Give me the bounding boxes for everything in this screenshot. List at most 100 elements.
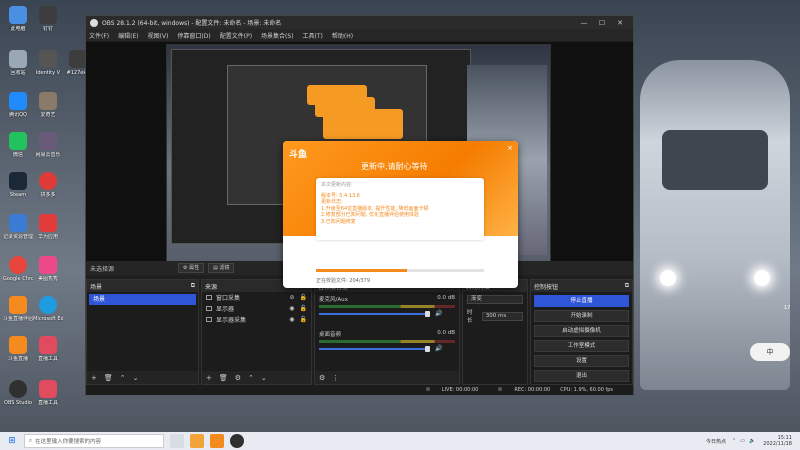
add-icon[interactable]: +	[91, 374, 97, 382]
close-icon[interactable]: ×	[507, 144, 513, 152]
desktop-icon[interactable]: 回收站	[3, 50, 33, 76]
source-item[interactable]: 窗口采集 ⊘ 🔓	[202, 292, 311, 303]
file-explorer-icon[interactable]	[190, 434, 204, 448]
wechat-icon	[9, 132, 27, 150]
move-up-icon[interactable]: ⌃	[248, 374, 254, 382]
chevron-up-icon[interactable]: ⌃	[732, 438, 736, 444]
menu-file[interactable]: 文件(F)	[89, 31, 109, 40]
undock-icon[interactable]: ⧉	[191, 282, 195, 290]
no-source-label: 未选择源	[90, 265, 115, 273]
desktop-icon[interactable]: 微信	[3, 132, 33, 158]
desktop-icon[interactable]: Steam	[3, 172, 33, 198]
desktop-icon[interactable]: 钉钉	[33, 6, 63, 32]
move-down-icon[interactable]: ⌄	[133, 374, 139, 382]
undock-icon[interactable]: ⧉	[625, 282, 629, 290]
exit-button[interactable]: 退出	[534, 370, 629, 382]
slider-handle[interactable]	[425, 346, 430, 352]
clock[interactable]: 15:11 2022/11/18	[763, 435, 792, 447]
close-icon[interactable]: ✕	[611, 19, 629, 27]
desktop-icon[interactable]: 斗鱼直播伴侣	[3, 296, 33, 322]
meitu-icon	[39, 256, 57, 274]
settings-button[interactable]: 设置	[534, 355, 629, 367]
minimize-icon[interactable]: —	[575, 19, 593, 27]
menu-view[interactable]: 视图(V)	[148, 31, 169, 40]
eye-hidden-icon[interactable]: ⊘	[289, 294, 294, 301]
menu-help[interactable]: 帮助(H)	[332, 31, 353, 40]
move-up-icon[interactable]: ⌃	[120, 374, 126, 382]
volume-icon[interactable]: 🔈	[749, 438, 755, 444]
ime-indicator[interactable]: 中	[750, 343, 790, 361]
desktop-icon[interactable]: 爱奇艺	[33, 92, 63, 118]
speaker-icon[interactable]: 🔊	[435, 310, 442, 317]
rec-time: REC: 00:00:00	[514, 387, 551, 393]
desktop-icon[interactable]: 此电脑	[3, 6, 33, 32]
slider-handle[interactable]	[425, 311, 430, 317]
desktop-icon[interactable]: Identity V	[33, 50, 63, 76]
volume-slider[interactable]: 🔊	[319, 310, 455, 317]
menu-edit[interactable]: 编辑(E)	[118, 31, 138, 40]
trash-icon[interactable]: 🗑	[104, 374, 113, 382]
obs-taskbar-icon[interactable]	[230, 434, 244, 448]
douyu-icon	[9, 296, 27, 314]
douyu-taskbar-icon[interactable]	[210, 434, 224, 448]
lock-icon[interactable]: 🔓	[300, 305, 307, 312]
avatar-icon	[39, 92, 57, 110]
desktop-icon[interactable]: 直播工具	[33, 336, 63, 362]
rec-dot-icon	[498, 387, 503, 391]
menu-profile[interactable]: 配置文件(P)	[220, 31, 252, 40]
volume-slider[interactable]: 🔊	[319, 345, 455, 352]
transition-select[interactable]: 渐变	[467, 295, 523, 304]
maximize-icon[interactable]: ☐	[593, 19, 611, 27]
huawei-icon	[39, 336, 57, 354]
desktop-icon[interactable]: 华为应用	[33, 214, 63, 240]
studio-mode-button[interactable]: 工作室模式	[534, 340, 629, 352]
desktop-icon[interactable]: 记录资源管理	[3, 214, 33, 240]
stop-streaming-button[interactable]: 停止直播	[534, 295, 629, 307]
filters-button[interactable]: ▤ 滤镜	[208, 263, 235, 273]
desktop-icon[interactable]: 腾讯QQ	[3, 92, 33, 118]
mixer-settings-icon[interactable]: ⚙	[319, 374, 325, 382]
desktop-icon[interactable]: OBS Studio	[3, 380, 33, 406]
desktop-icon[interactable]: 拼多多	[33, 172, 63, 198]
news-widget[interactable]: 今日热点	[706, 438, 726, 445]
lock-icon[interactable]: 🔓	[300, 316, 307, 323]
add-icon[interactable]: +	[206, 374, 212, 382]
desktop-icon[interactable]: 网易云音乐	[33, 132, 63, 158]
lock-icon[interactable]: 🔓	[300, 294, 307, 301]
source-item[interactable]: 显示器 ◉ 🔓	[202, 303, 311, 314]
task-view-icon[interactable]	[170, 434, 184, 448]
more-icon[interactable]: ⋮	[332, 374, 339, 382]
desktop-icon[interactable]: 美图秀秀	[33, 256, 63, 282]
controls-dock: 控制按钮 ⧉ 停止直播 开始录制 启动虚拟摄像机 工作室模式 设置 退出	[530, 279, 633, 385]
desktop-icon[interactable]: Microsoft Edge	[33, 296, 63, 322]
obs-icon	[9, 380, 27, 398]
avatar-icon	[39, 132, 57, 150]
menu-scene-collection[interactable]: 场景集合(S)	[261, 31, 294, 40]
menu-docks[interactable]: 停靠窗口(D)	[177, 31, 210, 40]
menu-tools[interactable]: 工具(T)	[303, 31, 323, 40]
duration-input[interactable]: 300 ms	[481, 311, 523, 321]
huawei-icon	[39, 380, 57, 398]
update-progress-bar	[316, 269, 484, 272]
trash-icon[interactable]: 🗑	[219, 374, 228, 382]
desktop-icon[interactable]: 直播工具	[33, 380, 63, 406]
edge-icon	[39, 296, 57, 314]
properties-button[interactable]: ⚙ 属性	[178, 263, 205, 273]
cpu-status: CPU: 1.9%, 60.00 fps	[560, 387, 613, 393]
source-item[interactable]: 显示器采集 ◉ 🔓	[202, 314, 311, 325]
move-down-icon[interactable]: ⌄	[261, 374, 267, 382]
eye-icon[interactable]: ◉	[289, 305, 294, 312]
eye-icon[interactable]: ◉	[289, 316, 294, 323]
start-icon[interactable]: ⊞	[4, 433, 20, 449]
start-virtual-camera-button[interactable]: 启动虚拟摄像机	[534, 325, 629, 337]
taskbar-search[interactable]: ⌕ 在这里输入你要搜索的内容	[24, 434, 164, 448]
gear-icon[interactable]: ⚙	[235, 374, 241, 382]
channel-db: 0.0 dB	[437, 330, 455, 336]
start-recording-button[interactable]: 开始录制	[534, 310, 629, 322]
desktop-icon[interactable]: 斗鱼直播	[3, 336, 33, 362]
sources-dock: 来源⧉ 窗口采集⊘🔓 显示器◉🔓 显示器采集◉🔓 + 🗑 ⚙ ⌃ ⌄	[201, 279, 312, 385]
speaker-icon[interactable]: 🔊	[435, 345, 442, 352]
scene-item[interactable]: 场景	[89, 294, 196, 305]
network-icon[interactable]: ▭	[740, 438, 745, 444]
desktop-icon[interactable]: Google Chrome	[3, 256, 33, 282]
